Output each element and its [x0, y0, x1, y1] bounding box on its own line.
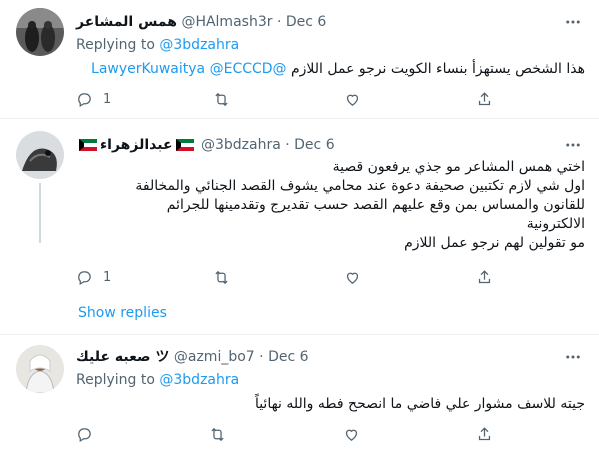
- reply-button[interactable]: 1: [76, 91, 111, 108]
- tweet-actions: [76, 424, 506, 444]
- tweet-header: صعبه عليك ツ @azmi_bo7 · Dec 6: [76, 347, 559, 367]
- tweet-text: جيته للاسف مشوار علي فاضي ما انصحح فطه و…: [76, 395, 585, 414]
- tweet-actions: 1: [76, 89, 506, 109]
- tweet-text-line: للقانون والمساس بمن وقع عليهم القصد حسب …: [166, 197, 585, 213]
- display-name[interactable]: صعبه عليك ツ: [76, 347, 169, 367]
- retweet-icon: [215, 270, 228, 284]
- reply-button[interactable]: 1: [76, 269, 111, 286]
- retweet-button[interactable]: [213, 269, 243, 286]
- like-icon: [347, 94, 359, 106]
- tweet-header: همس المشاعر @HAlmash3r · Dec 6: [76, 12, 559, 32]
- replying-to: Replying to @3bdzahra: [76, 370, 239, 390]
- tweet-text: اختي همس المشاعر مو جذي يرفعون قصية اول …: [76, 158, 585, 253]
- tweet-actions: 1: [76, 267, 506, 287]
- reply-count: 1: [103, 269, 112, 285]
- tweet-header: عبدالزهراء @3bdzahra · Dec 6: [76, 135, 559, 155]
- like-button[interactable]: [343, 426, 373, 443]
- share-icon: [478, 269, 491, 283]
- kuwait-flag-icon: [175, 139, 194, 151]
- display-name[interactable]: عبدالزهراء: [100, 135, 173, 155]
- user-handle[interactable]: @3bdzahra: [201, 135, 281, 155]
- tweet-date[interactable]: Dec 6: [268, 347, 308, 367]
- tweet-text-line: جيته للاسف مشوار علي فاضي ما انصحح فطه و…: [254, 396, 585, 412]
- like-icon: [347, 272, 359, 284]
- reply-icon: [78, 270, 91, 285]
- display-name[interactable]: همس المشاعر: [76, 12, 177, 32]
- tweet-text-line: الالكترونية: [526, 216, 585, 232]
- reply-icon: [78, 427, 91, 442]
- more-icon[interactable]: [563, 347, 583, 367]
- mention-link[interactable]: @ECCCD: [210, 61, 273, 77]
- tweet-text-line: اول شي لازم تكتبين صحيفة دعوة عند محامي …: [135, 178, 585, 194]
- retweet-button[interactable]: [209, 426, 239, 443]
- share-icon: [478, 91, 491, 105]
- share-button[interactable]: [476, 91, 506, 108]
- replying-to: Replying to @3bdzahra: [76, 35, 239, 55]
- share-icon: [478, 426, 491, 440]
- thread-line: [39, 183, 41, 243]
- kuwait-flag-icon: [79, 139, 97, 151]
- share-button[interactable]: [476, 426, 506, 443]
- user-handle[interactable]: @azmi_bo7: [174, 347, 255, 367]
- reply-button[interactable]: [76, 426, 106, 443]
- like-icon: [345, 429, 357, 441]
- tweet-date[interactable]: Dec 6: [286, 12, 326, 32]
- avatar[interactable]: [16, 345, 64, 393]
- replying-mention[interactable]: @3bdzahra: [159, 372, 239, 388]
- tweet-3[interactable]: صعبه عليك ツ @azmi_bo7 · Dec 6 Replying t…: [0, 335, 599, 464]
- replying-label: Replying to: [76, 37, 155, 53]
- more-icon[interactable]: [563, 135, 583, 155]
- replying-mention[interactable]: @3bdzahra: [159, 37, 239, 53]
- reply-count: 1: [103, 91, 112, 107]
- tweet-2[interactable]: عبدالزهراء @3bdzahra · Dec 6 اختي همس ال…: [0, 119, 599, 334]
- avatar[interactable]: [16, 131, 64, 179]
- replying-label: Replying to: [76, 372, 155, 388]
- retweet-button[interactable]: [213, 91, 243, 108]
- tweet-text: هذا الشخص يستهزأ بنساء الكويت نرجو عمل ا…: [76, 60, 585, 79]
- reply-icon: [78, 92, 91, 107]
- show-replies-link[interactable]: Show replies: [78, 303, 167, 323]
- more-icon[interactable]: [563, 12, 583, 32]
- tweet-text-line: اختي همس المشاعر مو جذي يرفعون قصية: [332, 159, 585, 175]
- separator: ·: [285, 137, 290, 153]
- separator: ·: [259, 349, 264, 365]
- like-button[interactable]: [344, 269, 374, 286]
- avatar[interactable]: [16, 8, 64, 56]
- tweet-text-line: مو تقولين لهم نرجو عمل اللازم: [404, 235, 585, 251]
- user-handle[interactable]: @HAlmash3r: [181, 12, 272, 32]
- tweet-1[interactable]: همس المشاعر @HAlmash3r · Dec 6 Replying …: [0, 0, 599, 118]
- retweet-icon: [215, 92, 228, 106]
- retweet-icon: [211, 427, 224, 441]
- tweet-date[interactable]: Dec 6: [294, 135, 334, 155]
- separator: ·: [276, 14, 282, 30]
- share-button[interactable]: [476, 269, 506, 286]
- like-button[interactable]: [344, 91, 374, 108]
- tweet-text-line: هذا الشخص يستهزأ بنساء الكويت نرجو عمل ا…: [291, 61, 585, 77]
